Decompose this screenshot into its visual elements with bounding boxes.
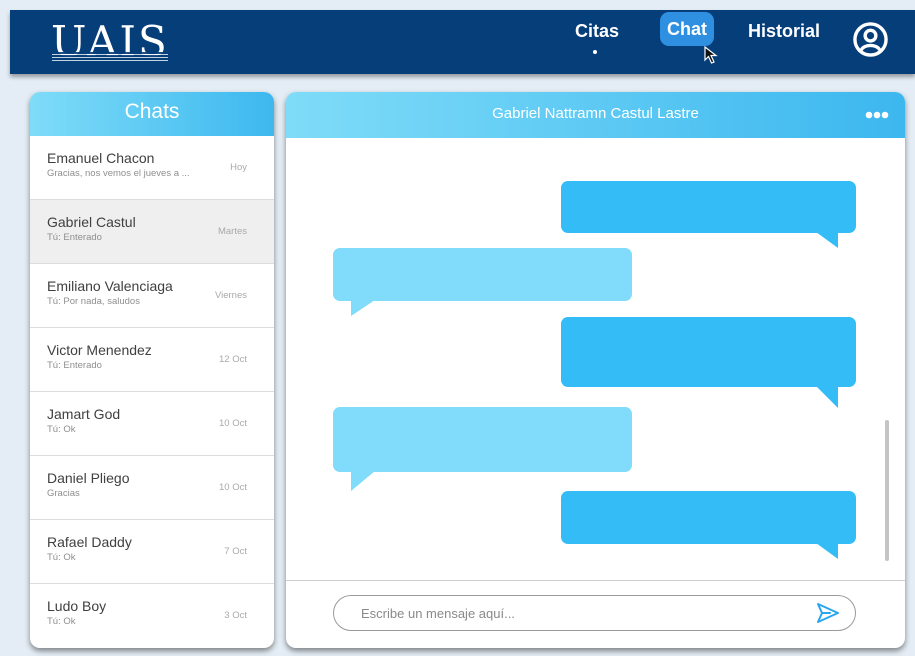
chat-last-message: Gracias [47, 488, 80, 499]
message-bubble-tail [816, 232, 838, 248]
chat-date: 12 Oct [219, 354, 247, 365]
send-icon[interactable] [816, 602, 840, 624]
chat-list-item[interactable]: Ludo Boy Tú: Ok 3 Oct [30, 584, 274, 648]
message-bubble-outgoing [561, 181, 856, 233]
nav-chat[interactable]: Chat [660, 12, 714, 46]
user-circle-icon[interactable] [853, 22, 888, 57]
chat-date: 3 Oct [224, 610, 247, 621]
chat-list-item[interactable]: Daniel Pliego Gracias 10 Oct [30, 456, 274, 520]
chat-date: 7 Oct [224, 546, 247, 557]
chat-last-message: Tú: Por nada, saludos [47, 296, 140, 307]
message-bubble-tail [351, 471, 375, 491]
message-bubble-incoming [333, 407, 632, 472]
chat-list: Emanuel Chacon Gracias, nos vemos el jue… [30, 136, 274, 648]
logo-underline-stripes [52, 52, 168, 62]
chat-last-message: Tú: Enterado [47, 232, 102, 243]
more-horizontal-icon[interactable] [865, 111, 889, 119]
message-bubble-outgoing [561, 491, 856, 544]
chat-list-item[interactable]: Emiliano Valenciaga Tú: Por nada, saludo… [30, 264, 274, 328]
conversation-panel: Gabriel Nattramn Castul Lastre [286, 92, 905, 648]
chat-date: Viernes [214, 290, 247, 301]
chat-date: 10 Oct [219, 418, 247, 429]
chat-last-message: Tú: Ok [47, 424, 76, 435]
message-bubble-outgoing [561, 317, 856, 387]
message-bubble-incoming [333, 248, 632, 301]
input-divider [286, 580, 905, 581]
chat-last-message: Tú: Ok [47, 552, 76, 563]
conversation-header: Gabriel Nattramn Castul Lastre [286, 92, 905, 138]
conversation-contact-name: Gabriel Nattramn Castul Lastre [492, 105, 699, 122]
chat-date: Martes [217, 226, 247, 237]
chat-list-item[interactable]: Rafael Daddy Tú: Ok 7 Oct [30, 520, 274, 584]
message-input[interactable] [333, 595, 856, 631]
chat-date: Hoy [230, 162, 247, 173]
message-bubble-tail [816, 386, 838, 408]
message-scrollbar[interactable] [885, 420, 889, 561]
nav-citas[interactable]: Citas [575, 19, 619, 43]
mouse-cursor-icon [704, 46, 718, 64]
chat-list-item-selected[interactable]: Gabriel Castul Tú: Enterado Martes [30, 200, 274, 264]
nav-citas-indicator-dot [593, 50, 597, 54]
chats-panel-title: Chats [30, 92, 274, 136]
chat-list-item[interactable]: Jamart God Tú: Ok 10 Oct [30, 392, 274, 456]
message-bubble-tail [816, 543, 838, 559]
nav-historial[interactable]: Historial [748, 19, 820, 43]
chat-date: 10 Oct [219, 482, 247, 493]
chat-last-message: Tú: Ok [47, 616, 76, 627]
chats-list-panel: Chats Emanuel Chacon Gracias, nos vemos … [30, 92, 274, 648]
chat-last-message: Tú: Enterado [47, 360, 102, 371]
chat-list-item[interactable]: Emanuel Chacon Gracias, nos vemos el jue… [30, 136, 274, 200]
message-bubble-tail [351, 300, 375, 316]
chat-last-message: Gracias, nos vemos el jueves a ... [47, 168, 190, 179]
chat-list-item[interactable]: Victor Menendez Tú: Enterado 12 Oct [30, 328, 274, 392]
